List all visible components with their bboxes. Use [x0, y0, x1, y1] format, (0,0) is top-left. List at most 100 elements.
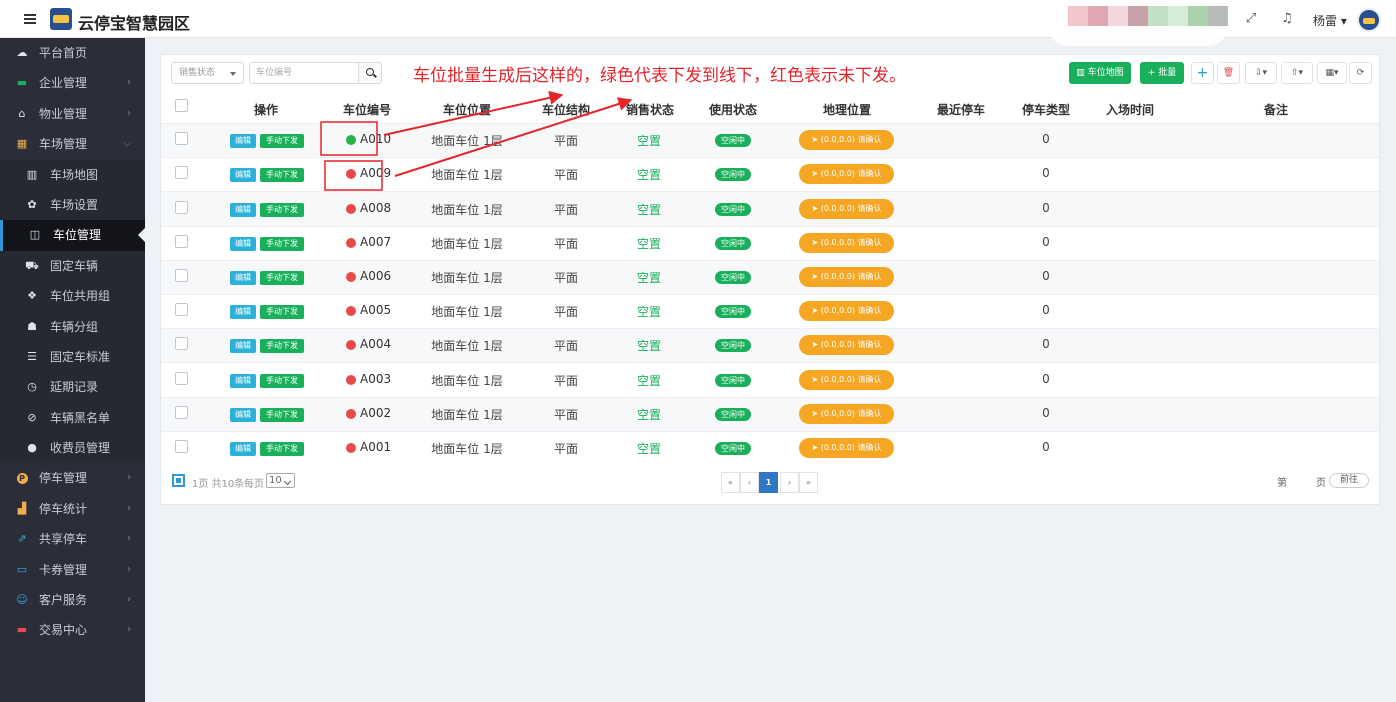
geo-location-button[interactable]: ➤ (0.0,0.0) 请确认: [799, 369, 894, 390]
row-checkbox[interactable]: [175, 303, 188, 317]
geo-location-button[interactable]: ➤ (0.0,0.0) 请确认: [799, 403, 894, 424]
prev-page-button[interactable]: ‹: [740, 472, 759, 493]
sidebar-item-6[interactable]: ✿ 车场设置: [0, 189, 145, 221]
batch-button-label: 批量: [1158, 68, 1177, 78]
manual-push-button[interactable]: 手动下发: [260, 305, 304, 320]
row-checkbox[interactable]: [175, 405, 188, 419]
sidebar-item-3[interactable]: ⌂ 物业管理 ›: [0, 99, 145, 129]
add-icon-button[interactable]: +: [1191, 62, 1214, 84]
sidebar-item-17[interactable]: ⇗ 共享停车 ›: [0, 524, 145, 554]
sidebar-item-5[interactable]: ▥ 车场地图: [0, 159, 145, 190]
avatar[interactable]: [1357, 8, 1381, 32]
manual-push-button[interactable]: 手动下发: [260, 373, 304, 388]
sidebar-item-9[interactable]: ❖ 车位共用组: [0, 281, 145, 312]
footer-select-checkbox[interactable]: [172, 474, 185, 487]
row-checkbox[interactable]: [175, 234, 188, 248]
user-menu[interactable]: 杨雷 ▾: [1313, 12, 1347, 29]
sidebar-item-label: 平台首页: [39, 46, 88, 60]
import-icon-button[interactable]: ⇩▾: [1245, 62, 1277, 84]
sidebar-item-7[interactable]: ◫ 车位管理: [0, 220, 145, 251]
edit-button[interactable]: 编辑: [230, 236, 256, 251]
batch-button[interactable]: + 批量: [1140, 62, 1184, 84]
geo-location-button[interactable]: ➤ (0.0,0.0) 请确认: [799, 266, 894, 287]
location-arrow-icon: ➤: [811, 306, 821, 316]
sidebar-item-13[interactable]: ⊘ 车辆黑名单: [0, 402, 145, 434]
geo-location-button[interactable]: ➤ (0.0,0.0) 请确认: [799, 301, 894, 322]
delete-icon-button[interactable]: 🗑: [1217, 62, 1240, 84]
page-1-button[interactable]: 1: [759, 472, 778, 493]
location-arrow-icon: ➤: [811, 408, 821, 418]
search-button[interactable]: [358, 62, 382, 84]
edit-button[interactable]: 编辑: [230, 168, 256, 183]
sidebar-item-19[interactable]: ☺ 客户服务 ›: [0, 585, 145, 615]
edit-button[interactable]: 编辑: [230, 270, 256, 285]
refresh-icon-button[interactable]: ⟳: [1349, 62, 1372, 84]
sidebar-item-18[interactable]: ▭ 卡券管理 ›: [0, 555, 145, 585]
sidebar-item-4[interactable]: ▦ 车场管理 ⌵: [0, 129, 145, 159]
sidebar-item-12[interactable]: ◷ 延期记录: [0, 372, 145, 403]
manual-push-button[interactable]: 手动下发: [260, 441, 304, 456]
parking-type: 0: [1042, 200, 1050, 215]
manual-push-button[interactable]: 手动下发: [260, 168, 304, 183]
usage-status-badge: 空闲中: [715, 202, 751, 216]
menu-toggle-icon[interactable]: [24, 14, 36, 24]
sidebar-item-1[interactable]: ☁ 平台首页: [0, 38, 145, 68]
geo-location-button[interactable]: ➤ (0.0,0.0) 请确认: [799, 164, 894, 185]
edit-button[interactable]: 编辑: [230, 202, 256, 217]
edit-button[interactable]: 编辑: [230, 305, 256, 320]
manual-push-button[interactable]: 手动下发: [260, 236, 304, 251]
edit-button[interactable]: 编辑: [230, 441, 256, 456]
edit-button[interactable]: 编辑: [230, 134, 256, 149]
export-icon-button[interactable]: ⇧▾: [1281, 62, 1313, 84]
geo-location-button[interactable]: ➤ (0.0,0.0) 请确认: [799, 232, 894, 253]
sale-status-select[interactable]: 销售状态: [171, 62, 244, 84]
geo-location-button[interactable]: ➤ (0.0,0.0) 请确认: [799, 437, 894, 458]
manual-push-button[interactable]: 手动下发: [260, 339, 304, 354]
space-map-button[interactable]: ▥ 车位地图: [1069, 62, 1131, 84]
row-checkbox[interactable]: [175, 371, 188, 385]
jump-page-input[interactable]: [1291, 472, 1315, 488]
last-page-button[interactable]: »: [799, 472, 818, 493]
sidebar-item-10[interactable]: ☗ 车辆分组: [0, 311, 145, 342]
select-all-checkbox[interactable]: [175, 99, 188, 112]
manual-push-button[interactable]: 手动下发: [260, 134, 304, 149]
manual-push-button[interactable]: 手动下发: [260, 270, 304, 285]
sidebar-item-label: 车位管理: [53, 228, 102, 243]
edit-button[interactable]: 编辑: [230, 373, 256, 388]
fullscreen-icon[interactable]: ⤢: [1243, 11, 1259, 27]
geo-location-button[interactable]: ➤ (0.0,0.0) 请确认: [799, 335, 894, 356]
first-page-button[interactable]: «: [721, 472, 740, 493]
sidebar-item-label: 车场管理: [39, 137, 88, 152]
edit-button[interactable]: 编辑: [230, 339, 256, 354]
page-size-select[interactable]: 10: [266, 473, 295, 488]
sidebar-item-8[interactable]: ⛟ 固定车辆: [0, 250, 145, 282]
columns-icon-button[interactable]: ▦▾: [1317, 62, 1347, 84]
sidebar-item-16[interactable]: ▟ 停车统计 ›: [0, 494, 145, 524]
edit-button[interactable]: 编辑: [230, 407, 256, 422]
col-header-4: 车位结构: [541, 103, 591, 117]
sidebar-item-2[interactable]: ▬ 企业管理 ›: [0, 68, 145, 98]
manual-push-button[interactable]: 手动下发: [260, 202, 304, 217]
sidebar-item-20[interactable]: ▬ 交易中心 ›: [0, 615, 145, 645]
sidebar-item-15[interactable]: P 停车管理 ›: [0, 463, 145, 493]
row-checkbox[interactable]: [175, 337, 188, 351]
next-page-button[interactable]: ›: [780, 472, 799, 493]
space-location: 地面车位 1层: [431, 339, 503, 354]
row-checkbox[interactable]: [175, 132, 188, 146]
map-icon: ▥: [26, 167, 38, 181]
bell-icon[interactable]: ♫: [1279, 11, 1295, 27]
geo-location-button[interactable]: ➤ (0.0,0.0) 请确认: [799, 198, 894, 219]
sidebar-item-11[interactable]: ☰ 固定车标准: [0, 341, 145, 373]
row-checkbox[interactable]: [175, 200, 188, 214]
sidebar-item-14[interactable]: ● 收费员管理: [0, 433, 145, 464]
sidebar-item-label: 交易中心: [39, 623, 88, 638]
manual-push-button[interactable]: 手动下发: [260, 407, 304, 422]
row-checkbox[interactable]: [175, 439, 188, 453]
row-checkbox[interactable]: [175, 166, 188, 180]
geo-location-button[interactable]: ➤ (0.0,0.0) 请确认: [799, 130, 894, 151]
col-header-10: 入场时间: [1105, 103, 1155, 117]
chevron-right-icon: ›: [127, 77, 131, 89]
go-button[interactable]: 前往: [1329, 473, 1369, 488]
space-code-input[interactable]: [249, 62, 359, 84]
row-checkbox[interactable]: [175, 268, 188, 282]
